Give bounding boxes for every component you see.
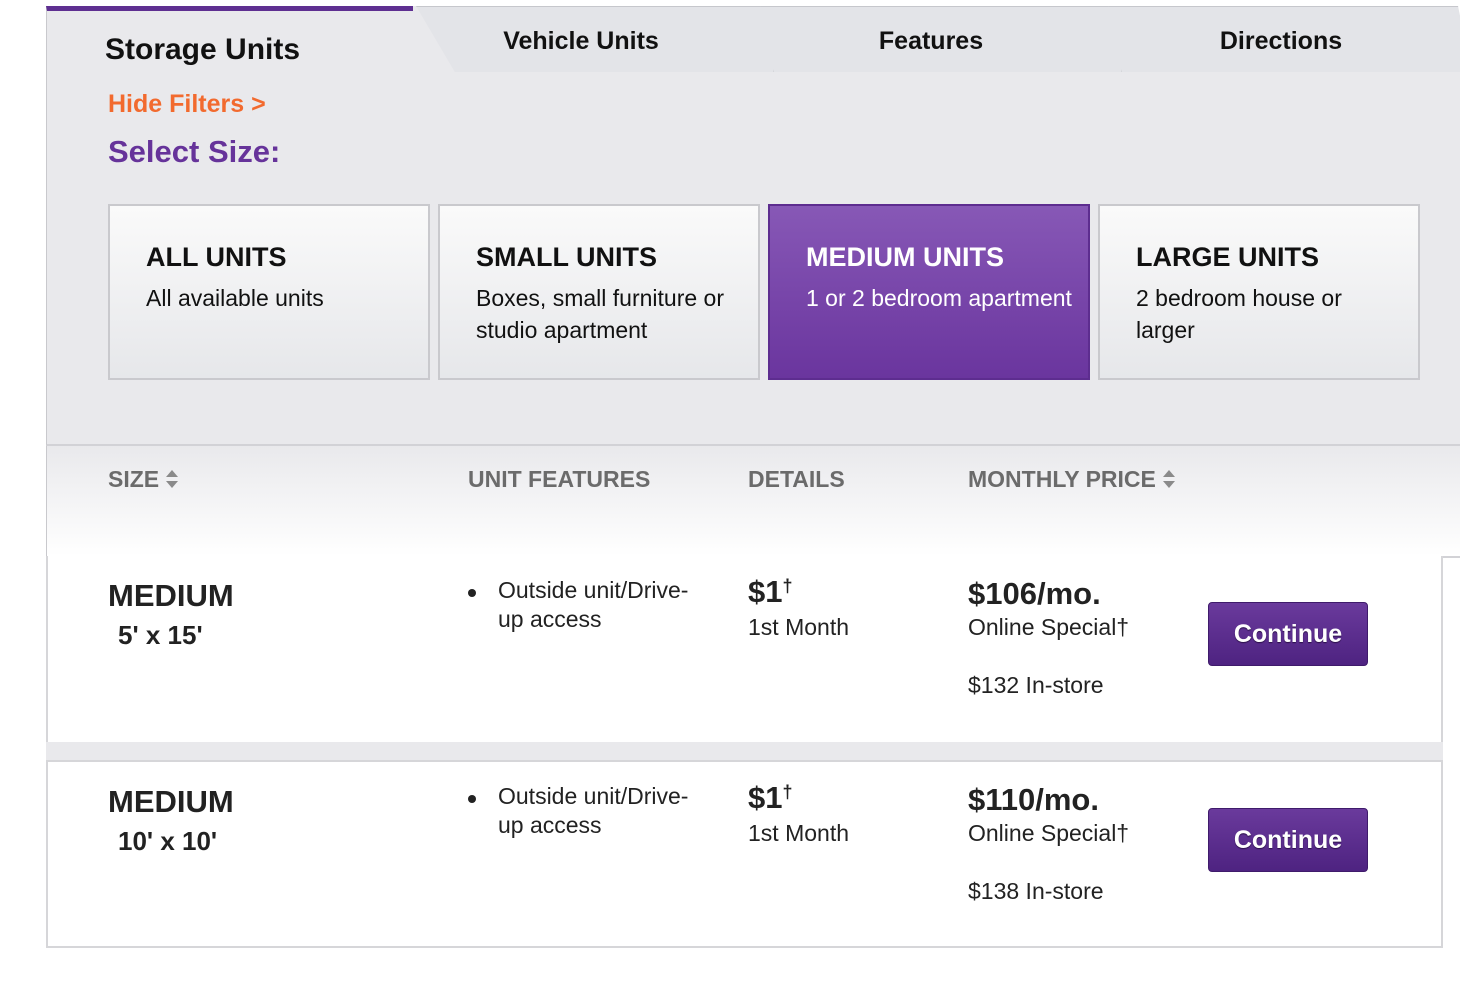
- size-filter-all-units[interactable]: ALL UNITS All available units: [108, 204, 430, 380]
- tab-directions[interactable]: Directions: [1090, 6, 1460, 74]
- deal-caption: 1st Month: [748, 820, 849, 846]
- size-filter-small-units[interactable]: SMALL UNITS Boxes, small furniture or st…: [438, 204, 760, 380]
- monthly-price: $106/mo.: [968, 576, 1101, 611]
- sort-icon[interactable]: [165, 469, 179, 489]
- size-filter-description: Boxes, small furniture or studio apartme…: [476, 285, 724, 343]
- dagger-mark: †: [782, 576, 793, 596]
- size-filter-title: MEDIUM UNITS: [806, 242, 1004, 272]
- column-header-label: SIZE: [108, 466, 160, 492]
- size-filter-description: All available units: [146, 285, 324, 311]
- table-header: SIZE UNIT FEATURES DETAILS MONTHLY PRICE: [46, 446, 1460, 558]
- select-size-heading: Select Size:: [108, 134, 281, 169]
- tab-bar: Directions Features Vehicle Units Storag…: [46, 0, 1460, 81]
- table-row: MEDIUM 5' x 15' Outside unit/Drive-up ac…: [46, 556, 1443, 744]
- tab-label: Vehicle Units: [503, 27, 659, 55]
- in-store-price: $138 In-store: [968, 878, 1104, 904]
- column-header-size[interactable]: SIZE: [108, 466, 179, 493]
- dagger-mark: †: [782, 782, 793, 802]
- size-filter-medium-units[interactable]: MEDIUM UNITS 1 or 2 bedroom apartment: [768, 204, 1090, 380]
- size-filter-large-units[interactable]: LARGE UNITS 2 bedroom house or larger: [1098, 204, 1420, 380]
- first-month-deal: $1†: [748, 780, 793, 816]
- continue-button[interactable]: Continue: [1208, 602, 1368, 666]
- hide-filters-link[interactable]: Hide Filters >: [108, 90, 266, 119]
- tab-storage-units[interactable]: Storage Units: [46, 6, 413, 81]
- deal-price: $1: [748, 574, 783, 609]
- bullet-icon: [468, 589, 476, 597]
- unit-dimensions: 10' x 10': [118, 826, 218, 856]
- unit-feature-text: Outside unit/Drive-up access: [498, 783, 689, 838]
- size-filter-description: 2 bedroom house or larger: [1136, 285, 1342, 343]
- size-filter-title: ALL UNITS: [146, 242, 287, 272]
- column-header-details: DETAILS: [748, 466, 845, 492]
- size-filter-title: SMALL UNITS: [476, 242, 657, 272]
- online-special-label: Online Special†: [968, 820, 1130, 846]
- tab-label: Storage Units: [105, 33, 301, 66]
- deal-caption: 1st Month: [748, 614, 849, 640]
- online-special-label: Online Special†: [968, 614, 1130, 640]
- unit-feature: Outside unit/Drive-up access: [468, 576, 708, 634]
- column-header-features: UNIT FEATURES: [468, 466, 651, 492]
- tab-features[interactable]: Features: [740, 6, 1122, 74]
- table-row: MEDIUM 10' x 10' Outside unit/Drive-up a…: [46, 760, 1443, 948]
- monthly-price: $110/mo.: [968, 782, 1099, 817]
- filter-panel: Hide Filters > Select Size: ALL UNITS Al…: [46, 72, 1460, 446]
- unit-feature: Outside unit/Drive-up access: [468, 782, 708, 840]
- unit-dimensions: 5' x 15': [118, 620, 203, 650]
- continue-button[interactable]: Continue: [1208, 808, 1368, 872]
- unit-feature-text: Outside unit/Drive-up access: [498, 577, 689, 632]
- first-month-deal: $1†: [748, 574, 793, 610]
- tab-label: Features: [878, 27, 984, 55]
- in-store-price: $132 In-store: [968, 672, 1104, 698]
- unit-size-name: MEDIUM: [108, 784, 234, 819]
- unit-size-name: MEDIUM: [108, 578, 234, 613]
- size-filter-title: LARGE UNITS: [1136, 242, 1320, 272]
- tab-label: Directions: [1219, 27, 1343, 55]
- deal-price: $1: [748, 780, 783, 815]
- size-filter-description: 1 or 2 bedroom apartment: [806, 285, 1072, 311]
- row-separator: [46, 742, 1443, 762]
- sort-icon[interactable]: [1162, 469, 1176, 489]
- column-header-label: MONTHLY PRICE: [968, 466, 1156, 492]
- bullet-icon: [468, 795, 476, 803]
- column-header-price[interactable]: MONTHLY PRICE: [968, 466, 1176, 493]
